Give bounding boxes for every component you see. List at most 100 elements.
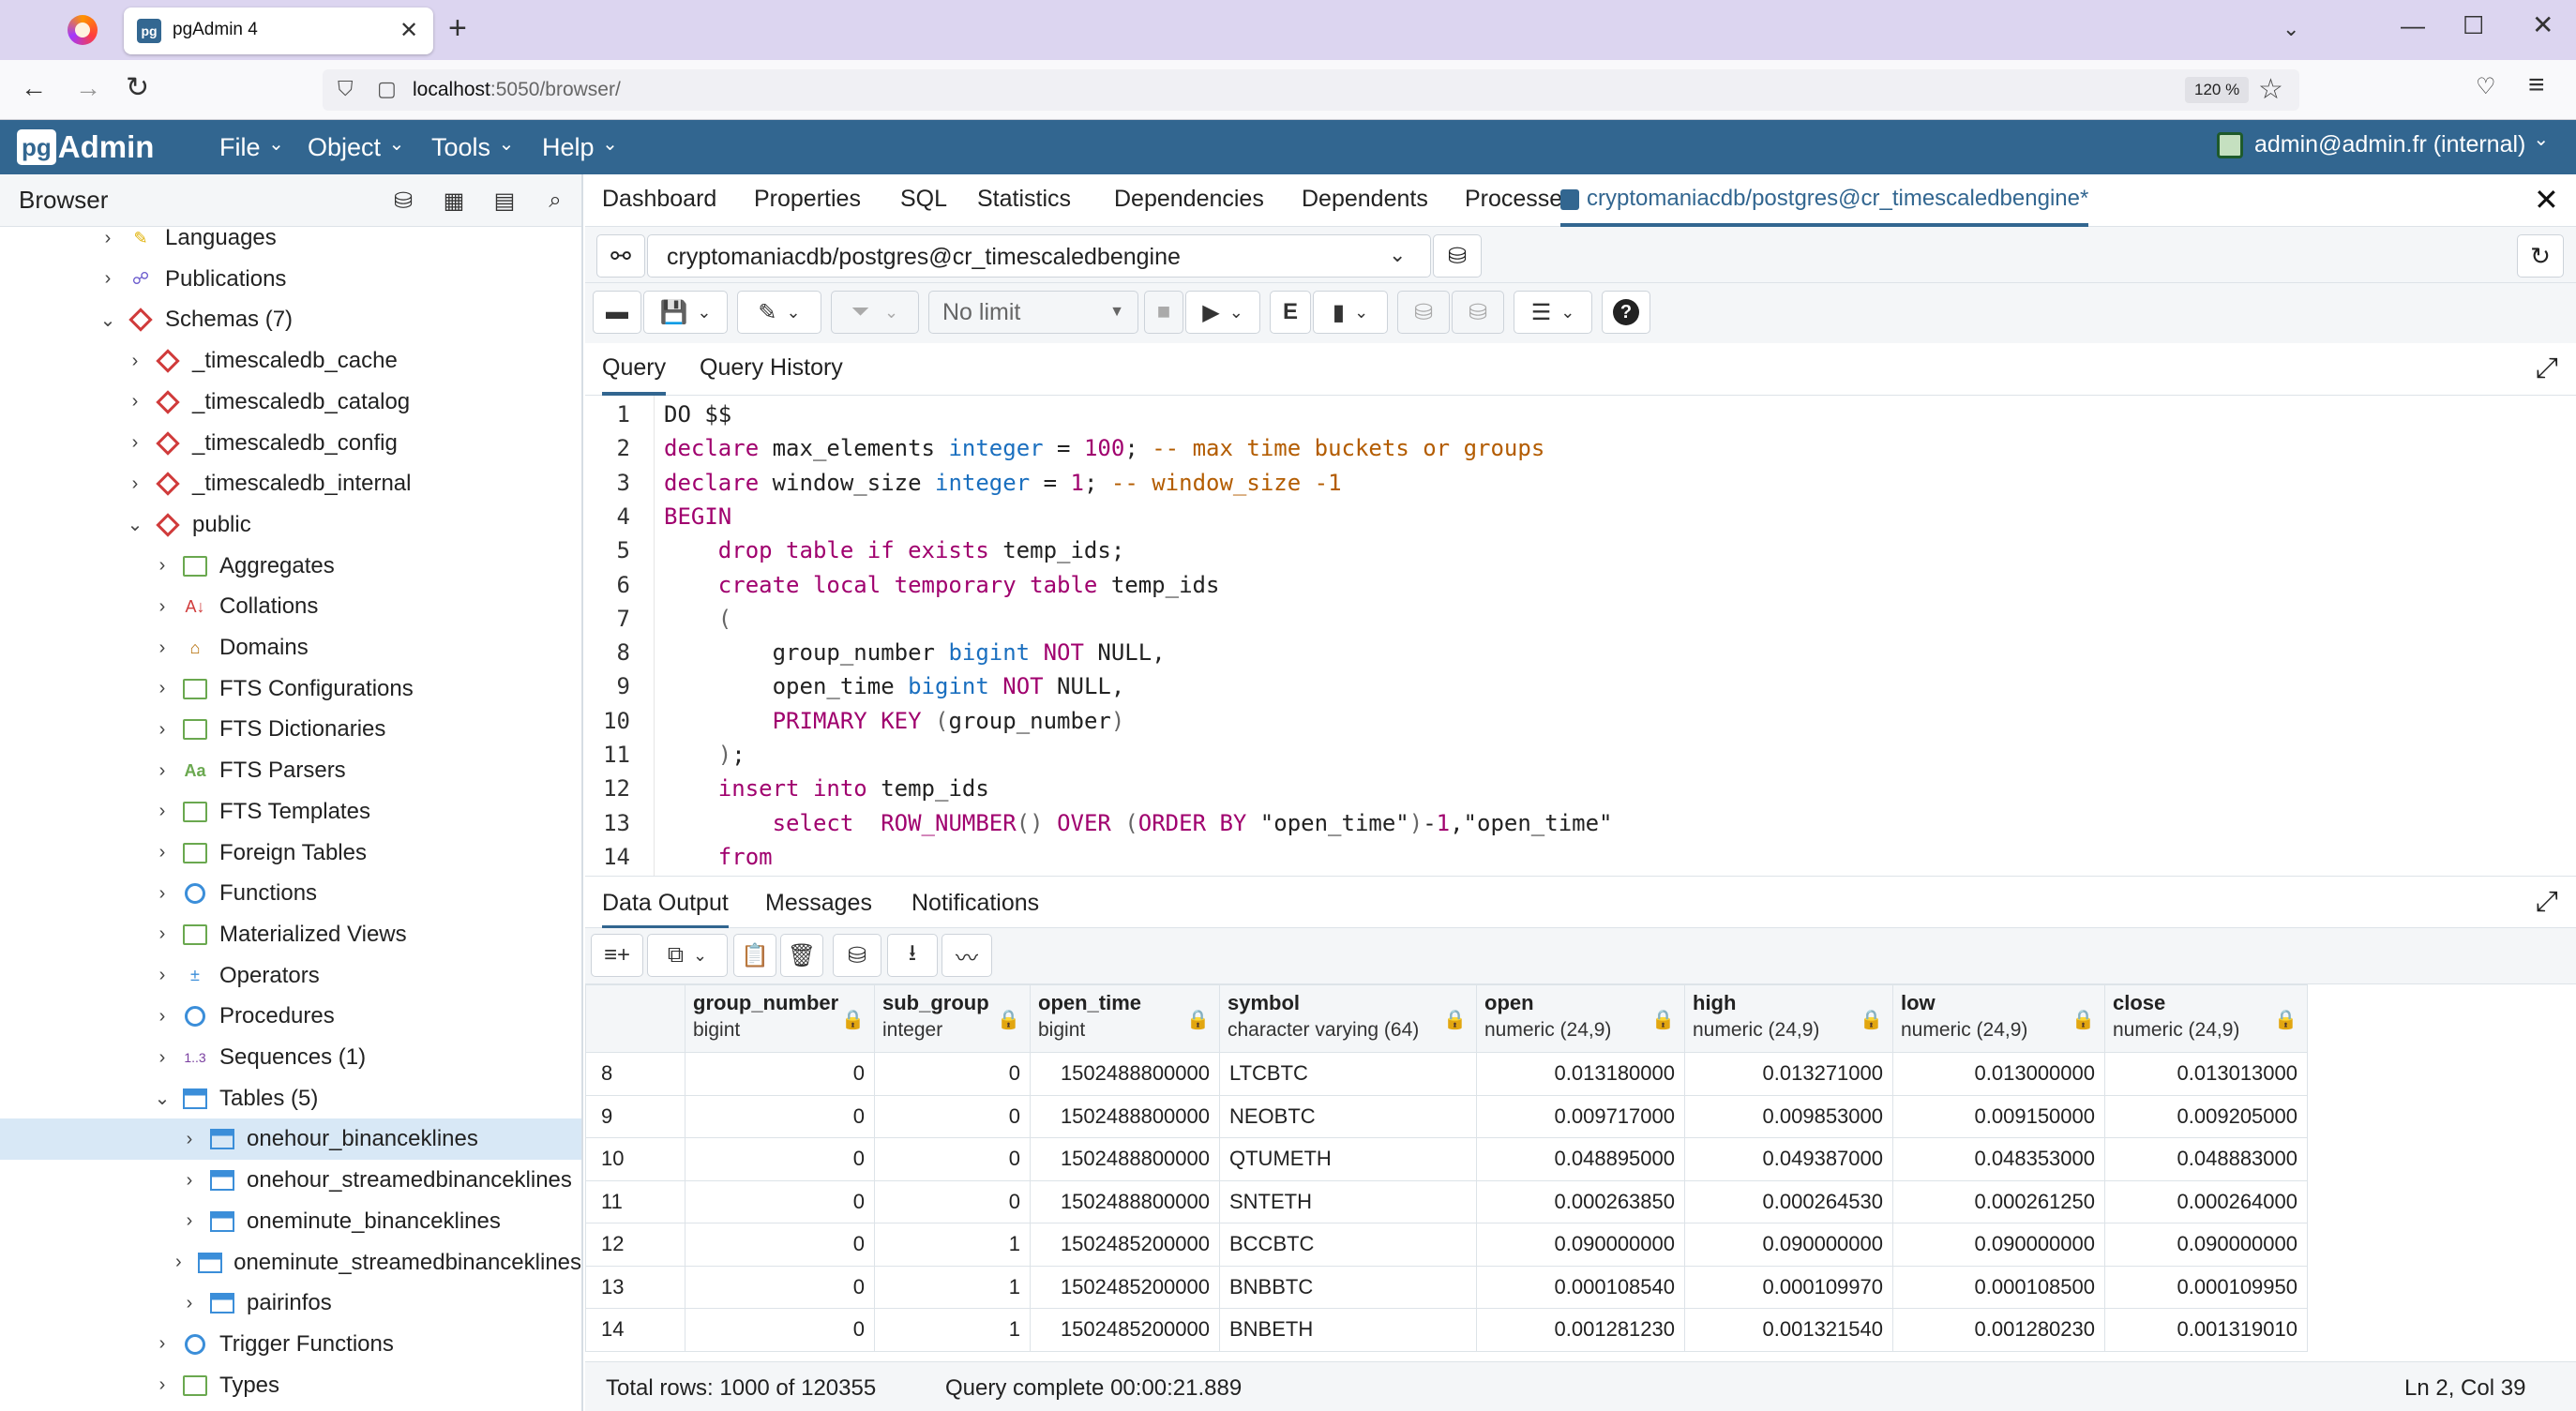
- explain-icon[interactable]: E: [1270, 291, 1311, 334]
- chevron-right-icon[interactable]: ›: [179, 1210, 200, 1232]
- chevron-right-icon[interactable]: ›: [152, 760, 173, 782]
- table-cell[interactable]: 0: [685, 1265, 875, 1309]
- code-line[interactable]: DO $$: [664, 398, 731, 431]
- chevron-right-icon[interactable]: ›: [152, 842, 173, 863]
- table-cell[interactable]: 0: [685, 1052, 875, 1096]
- chevron-down-icon[interactable]: ⌄: [98, 308, 118, 332]
- firefox-logo-icon[interactable]: [68, 15, 98, 45]
- row-limit-select[interactable]: No limit ▼: [928, 291, 1138, 334]
- tab-processes[interactable]: Processes: [1465, 186, 1574, 213]
- table-cell[interactable]: 0.090000000: [1476, 1223, 1685, 1267]
- table-cell[interactable]: 0.009853000: [1684, 1094, 1893, 1138]
- pocket-icon[interactable]: ♡: [2476, 73, 2496, 100]
- tab-list-chevron-icon[interactable]: ⌄: [2282, 17, 2299, 41]
- tree-node[interactable]: › FTS Dictionaries: [0, 709, 581, 750]
- rollback-icon[interactable]: ⛁: [1452, 291, 1504, 334]
- database-icon[interactable]: ⛁: [384, 182, 422, 219]
- row-number[interactable]: 14: [585, 1308, 685, 1352]
- tree-node[interactable]: › Types: [0, 1365, 581, 1406]
- tab-statistics[interactable]: Statistics: [977, 186, 1071, 213]
- chevron-right-icon[interactable]: ›: [98, 268, 118, 290]
- new-tab-icon[interactable]: +: [448, 11, 467, 45]
- forward-arrow-icon[interactable]: →: [75, 73, 101, 103]
- table-cell[interactable]: 1502485200000: [1030, 1223, 1220, 1267]
- table-cell[interactable]: 0.000263850: [1476, 1179, 1685, 1223]
- filter-button[interactable]: ⏷ ⌄: [831, 291, 919, 334]
- row-number[interactable]: 10: [585, 1137, 685, 1181]
- table-cell[interactable]: 0.013000000: [1892, 1052, 2105, 1096]
- tab-data-output[interactable]: Data Output: [602, 877, 729, 929]
- menu-file[interactable]: File: [219, 133, 284, 162]
- chevron-right-icon[interactable]: ›: [152, 678, 173, 699]
- explain-analyze-button[interactable]: ▮ ⌄: [1313, 291, 1388, 334]
- table-grid-icon[interactable]: ▦: [435, 182, 473, 219]
- chevron-right-icon[interactable]: ›: [152, 965, 173, 986]
- table-row[interactable]: 14 0 1 1502485200000 BNBETH 0.001281230 0.0013…: [585, 1308, 2308, 1352]
- tree-node[interactable]: › Procedures: [0, 996, 581, 1037]
- table-cell[interactable]: 0.013180000: [1476, 1052, 1685, 1096]
- table-cell[interactable]: 0: [685, 1094, 875, 1138]
- delete-trash-icon[interactable]: 🗑: [780, 934, 823, 977]
- copy-button[interactable]: ⧉ ⌄: [647, 934, 728, 977]
- tree-node[interactable]: › onehour_streamedbinanceklines: [0, 1160, 581, 1201]
- page-info-icon[interactable]: ▢: [377, 77, 397, 101]
- column-header[interactable]: symbol character varying (64) 🔒: [1219, 984, 1477, 1053]
- tree-node[interactable]: › ⌂ Domains: [0, 627, 581, 668]
- chevron-right-icon[interactable]: ›: [179, 1129, 200, 1150]
- table-cell[interactable]: 0.001281230: [1476, 1308, 1685, 1352]
- tree-node[interactable]: › ± Operators: [0, 955, 581, 997]
- code-line[interactable]: select ROW_NUMBER() OVER (ORDER BY "open…: [664, 806, 1613, 840]
- row-number[interactable]: 9: [585, 1094, 685, 1138]
- url-text[interactable]: localhost:5050/browser/: [413, 79, 621, 101]
- table-cell[interactable]: 1502488800000: [1030, 1052, 1220, 1096]
- tree-node[interactable]: ⌄ public: [0, 504, 581, 546]
- table-cell[interactable]: 0.048895000: [1476, 1137, 1685, 1181]
- filter-table-icon[interactable]: ▤: [486, 182, 523, 219]
- chevron-right-icon[interactable]: ›: [125, 391, 145, 413]
- bookmark-star-icon[interactable]: ☆: [2258, 73, 2283, 106]
- code-line[interactable]: BEGIN: [664, 500, 731, 533]
- row-number[interactable]: 11: [585, 1179, 685, 1223]
- table-cell[interactable]: 0: [685, 1223, 875, 1267]
- hamburger-menu-icon[interactable]: ≡: [2528, 69, 2545, 101]
- close-icon[interactable]: ✕: [2534, 182, 2559, 218]
- tree-node[interactable]: › ☍ Publications: [0, 259, 581, 300]
- tab-messages[interactable]: Messages: [765, 890, 872, 917]
- user-menu[interactable]: admin@admin.fr (internal) ⌄: [2217, 129, 2549, 158]
- table-row[interactable]: 9 0 0 1502488800000 NEOBTC 0.009717000 0.00985…: [585, 1094, 2308, 1138]
- table-cell[interactable]: 0.001280230: [1892, 1308, 2105, 1352]
- tree-node[interactable]: › oneminute_binanceklines: [0, 1201, 581, 1242]
- table-cell[interactable]: 1502485200000: [1030, 1308, 1220, 1352]
- code-line[interactable]: (: [664, 602, 731, 636]
- tree-node[interactable]: › ✎ Languages: [0, 227, 581, 259]
- open-file-folder-icon[interactable]: ▬: [593, 291, 641, 334]
- table-cell[interactable]: 0: [874, 1179, 1031, 1223]
- table-cell[interactable]: 0.048353000: [1892, 1137, 2105, 1181]
- stop-icon[interactable]: ■: [1144, 291, 1183, 334]
- tree-node[interactable]: › Trigger Functions: [0, 1324, 581, 1365]
- tab-properties[interactable]: Properties: [754, 186, 861, 213]
- table-row[interactable]: 13 0 1 1502485200000 BNBBTC 0.000108540 0.0001…: [585, 1265, 2308, 1309]
- connection-select[interactable]: cryptomaniacdb/postgres@cr_timescaledben…: [647, 234, 1431, 278]
- execute-button[interactable]: ▶ ⌄: [1185, 291, 1260, 334]
- paste-icon[interactable]: 📋: [733, 934, 776, 977]
- code-line[interactable]: declare window_size integer = 1; -- wind…: [664, 466, 1342, 500]
- tree-node[interactable]: › _timescaledb_cache: [0, 340, 581, 382]
- chevron-right-icon[interactable]: ›: [152, 1374, 173, 1396]
- chevron-right-icon[interactable]: ›: [169, 1252, 188, 1273]
- tab-query-tool[interactable]: cryptomaniacdb/postgres@cr_timescaledben…: [1560, 174, 2089, 227]
- tree-node[interactable]: › onehour_binanceklines: [0, 1118, 581, 1161]
- tree-node[interactable]: › FTS Templates: [0, 791, 581, 833]
- close-window-icon[interactable]: ✕: [2532, 9, 2553, 40]
- table-cell[interactable]: 1: [874, 1223, 1031, 1267]
- code-line[interactable]: drop table if exists temp_ids;: [664, 533, 1124, 567]
- column-header[interactable]: open numeric (24,9) 🔒: [1476, 984, 1685, 1053]
- tree-node[interactable]: › FTS Configurations: [0, 668, 581, 710]
- chevron-right-icon[interactable]: ›: [152, 1006, 173, 1028]
- chevron-right-icon[interactable]: ›: [152, 923, 173, 945]
- chevron-down-icon[interactable]: ⌄: [152, 1087, 173, 1110]
- add-row-icon[interactable]: ≡+: [591, 934, 643, 977]
- table-cell[interactable]: 0.009717000: [1476, 1094, 1685, 1138]
- chevron-right-icon[interactable]: ›: [152, 883, 173, 905]
- help-icon[interactable]: ?: [1602, 291, 1650, 334]
